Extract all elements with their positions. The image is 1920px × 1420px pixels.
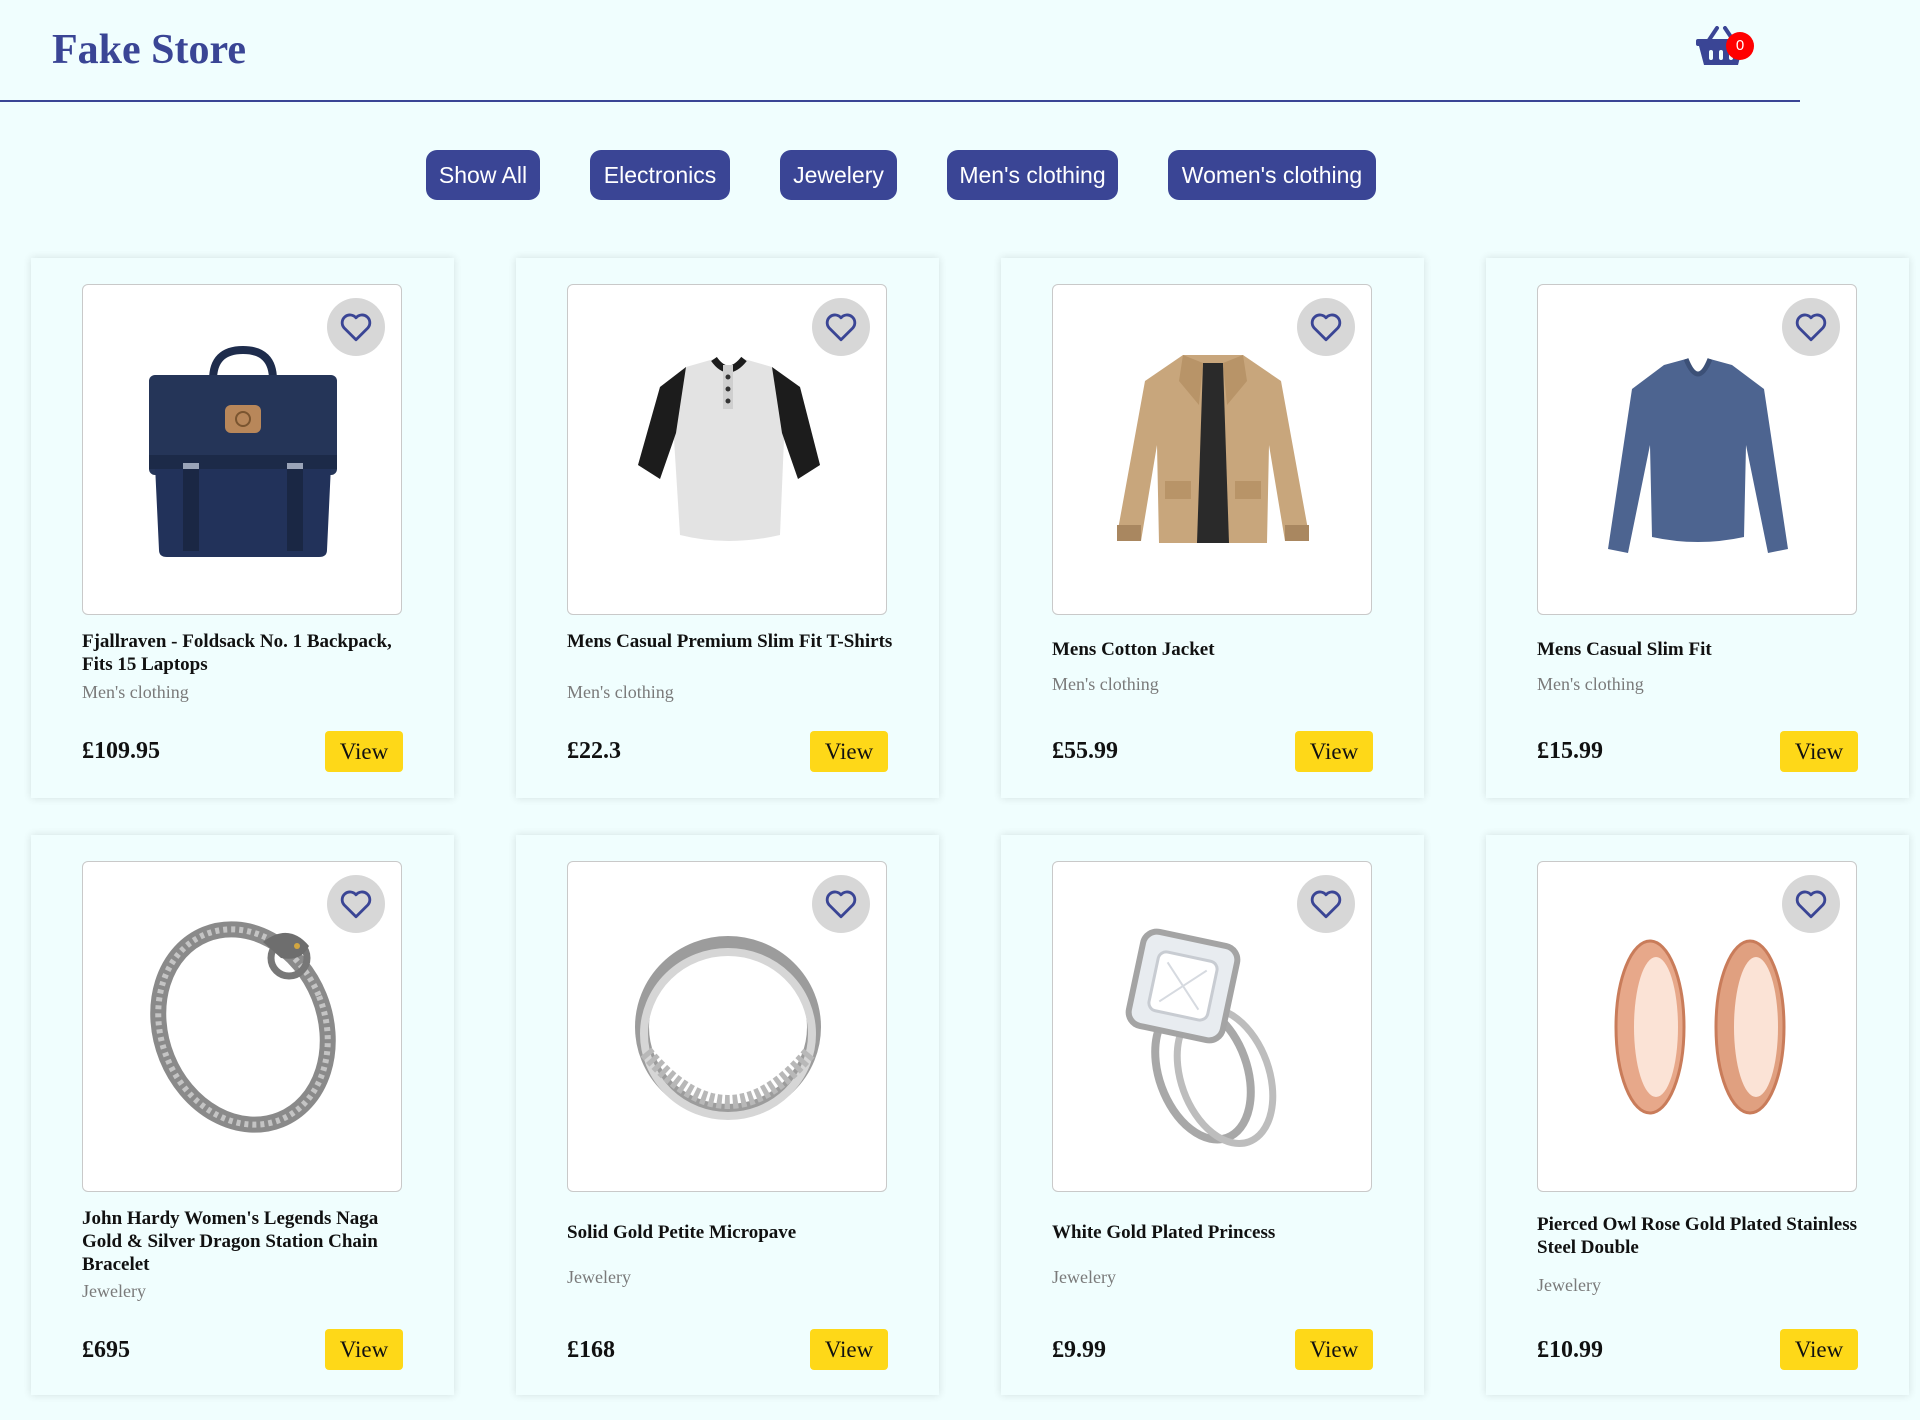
product-card: Pierced Owl Rose Gold Plated Stainless S… (1486, 835, 1909, 1395)
product-title[interactable]: White Gold Plated Princess (1052, 1221, 1392, 1244)
view-button[interactable]: View (1295, 731, 1373, 772)
heart-icon (1795, 890, 1827, 919)
heart-icon (825, 890, 857, 919)
product-card: Mens Casual Slim Fit Men's clothing £15.… (1486, 258, 1909, 798)
view-button[interactable]: View (325, 1329, 403, 1370)
product-image[interactable] (1052, 284, 1372, 615)
product-price: £109.95 (82, 738, 160, 764)
product-title[interactable]: Mens Cotton Jacket (1052, 638, 1392, 661)
product-price: £9.99 (1052, 1337, 1106, 1363)
product-category: Men's clothing (1052, 674, 1159, 694)
heart-icon (1310, 313, 1342, 342)
product-card: John Hardy Women's Legends Naga Gold & S… (31, 835, 454, 1395)
heart-icon (1310, 890, 1342, 919)
product-image[interactable] (1537, 861, 1857, 1192)
product-price: £695 (82, 1337, 130, 1363)
product-price: £55.99 (1052, 738, 1118, 764)
product-title[interactable]: John Hardy Women's Legends Naga Gold & S… (82, 1207, 422, 1276)
view-button[interactable]: View (810, 1329, 888, 1370)
product-card: Mens Cotton Jacket Men's clothing £55.99… (1001, 258, 1424, 798)
heart-icon (340, 313, 372, 342)
favorite-button[interactable] (327, 298, 385, 356)
view-button[interactable]: View (1780, 1329, 1858, 1370)
product-image[interactable] (1537, 284, 1857, 615)
product-card: White Gold Plated Princess Jewelery £9.9… (1001, 835, 1424, 1395)
product-category: Men's clothing (567, 682, 674, 702)
product-image[interactable] (82, 861, 402, 1192)
product-image[interactable] (567, 284, 887, 615)
favorite-button[interactable] (812, 875, 870, 933)
favorite-button[interactable] (1297, 875, 1355, 933)
product-category: Jewelery (1052, 1267, 1116, 1287)
view-button[interactable]: View (1780, 731, 1858, 772)
heart-icon (340, 890, 372, 919)
product-image[interactable] (567, 861, 887, 1192)
product-title[interactable]: Pierced Owl Rose Gold Plated Stainless S… (1537, 1213, 1877, 1259)
product-grid: Fjallraven - Foldsack No. 1 Backpack, Fi… (0, 0, 1920, 1420)
view-button[interactable]: View (1295, 1329, 1373, 1370)
favorite-button[interactable] (1297, 298, 1355, 356)
product-category: Men's clothing (82, 682, 189, 702)
product-category: Jewelery (567, 1267, 631, 1287)
product-title[interactable]: Mens Casual Slim Fit (1537, 638, 1877, 661)
view-button[interactable]: View (810, 731, 888, 772)
favorite-button[interactable] (812, 298, 870, 356)
product-category: Men's clothing (1537, 674, 1644, 694)
heart-icon (825, 313, 857, 342)
product-title[interactable]: Mens Casual Premium Slim Fit T-Shirts (567, 630, 907, 653)
product-price: £22.3 (567, 738, 621, 764)
heart-icon (1795, 313, 1827, 342)
product-title[interactable]: Solid Gold Petite Micropave (567, 1221, 907, 1244)
favorite-button[interactable] (1782, 875, 1840, 933)
product-price: £15.99 (1537, 738, 1603, 764)
product-price: £168 (567, 1337, 615, 1363)
view-button[interactable]: View (325, 731, 403, 772)
product-price: £10.99 (1537, 1337, 1603, 1363)
product-card: Mens Casual Premium Slim Fit T-Shirts Me… (516, 258, 939, 798)
favorite-button[interactable] (327, 875, 385, 933)
product-category: Jewelery (82, 1281, 146, 1301)
product-card: Fjallraven - Foldsack No. 1 Backpack, Fi… (31, 258, 454, 798)
favorite-button[interactable] (1782, 298, 1840, 356)
product-image[interactable] (82, 284, 402, 615)
product-title[interactable]: Fjallraven - Foldsack No. 1 Backpack, Fi… (82, 630, 422, 676)
product-category: Jewelery (1537, 1275, 1601, 1295)
product-card: Solid Gold Petite Micropave Jewelery £16… (516, 835, 939, 1395)
product-image[interactable] (1052, 861, 1372, 1192)
